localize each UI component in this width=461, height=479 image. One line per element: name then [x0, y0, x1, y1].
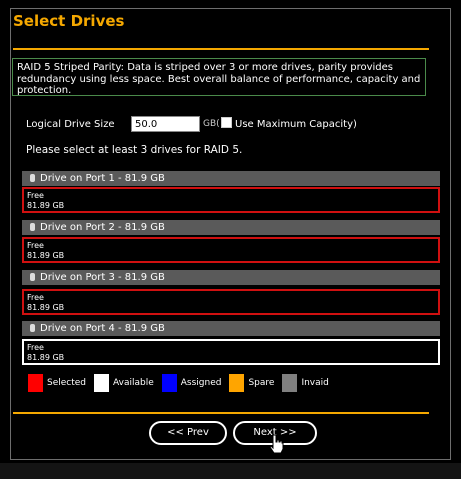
page-title: Select Drives — [13, 12, 125, 30]
legend-swatch — [28, 374, 43, 392]
drive-icon — [30, 324, 35, 332]
legend-label: Selected — [47, 378, 87, 388]
drive-header-label: Drive on Port 3 - 81.9 GB — [40, 272, 165, 283]
legend-swatch — [282, 374, 298, 392]
footer-divider — [13, 412, 429, 414]
legend-swatch — [161, 374, 177, 392]
drive-state-legend: Selected Available Assigned Spare Invaid — [28, 374, 337, 392]
prev-button[interactable]: << Prev — [149, 421, 227, 445]
legend-item-spare: Spare — [229, 374, 274, 392]
legend-item-invalid: Invaid — [282, 374, 329, 392]
drive-size: 81.89 GB — [27, 303, 65, 312]
legend-label: Spare — [248, 378, 275, 388]
legend-item-selected: Selected — [28, 374, 86, 392]
drive-status: Free — [27, 343, 44, 352]
legend-item-assigned: Assigned — [161, 374, 222, 392]
legend-swatch — [229, 374, 245, 392]
legend-swatch — [94, 374, 110, 392]
title-divider — [13, 48, 429, 50]
drive-status: Free — [27, 241, 44, 250]
legend-item-available: Available — [94, 374, 154, 392]
drive-tile-port-3[interactable]: Free 81.89 GB — [22, 289, 440, 315]
hand-cursor-icon — [270, 434, 284, 454]
drive-header-port-4: Drive on Port 4 - 81.9 GB — [22, 321, 440, 336]
drive-header-label: Drive on Port 4 - 81.9 GB — [40, 323, 165, 334]
drive-status: Free — [27, 293, 44, 302]
drive-size: 81.89 GB — [27, 201, 65, 210]
max-capacity-label: Use Maximum Capacity) — [235, 119, 357, 130]
raid-description: RAID 5 Striped Parity: Data is striped o… — [12, 58, 426, 96]
drive-icon — [30, 223, 35, 231]
max-capacity-checkbox[interactable] — [221, 117, 232, 128]
drive-header-port-1: Drive on Port 1 - 81.9 GB — [22, 171, 440, 186]
drive-header-port-3: Drive on Port 3 - 81.9 GB — [22, 270, 440, 285]
drive-tile-port-1[interactable]: Free 81.89 GB — [22, 187, 440, 213]
drive-tile-port-4[interactable]: Free 81.89 GB — [22, 339, 440, 365]
gb-unit-label: GB( — [203, 119, 220, 129]
drive-size: 81.89 GB — [27, 353, 65, 362]
drive-size: 81.89 GB — [27, 251, 65, 260]
logical-size-label: Logical Drive Size — [26, 119, 115, 130]
drive-status: Free — [27, 191, 44, 200]
status-bar — [0, 463, 461, 479]
drive-icon — [30, 273, 35, 281]
legend-label: Invaid — [301, 378, 329, 388]
drive-header-label: Drive on Port 1 - 81.9 GB — [40, 173, 165, 184]
logical-size-input[interactable] — [131, 116, 200, 132]
legend-label: Assigned — [180, 378, 222, 388]
drive-icon — [30, 174, 35, 182]
legend-label: Available — [113, 378, 154, 388]
drive-tile-port-2[interactable]: Free 81.89 GB — [22, 237, 440, 263]
drive-header-port-2: Drive on Port 2 - 81.9 GB — [22, 220, 440, 235]
drive-header-label: Drive on Port 2 - 81.9 GB — [40, 222, 165, 233]
instruction-text: Please select at least 3 drives for RAID… — [26, 144, 243, 156]
